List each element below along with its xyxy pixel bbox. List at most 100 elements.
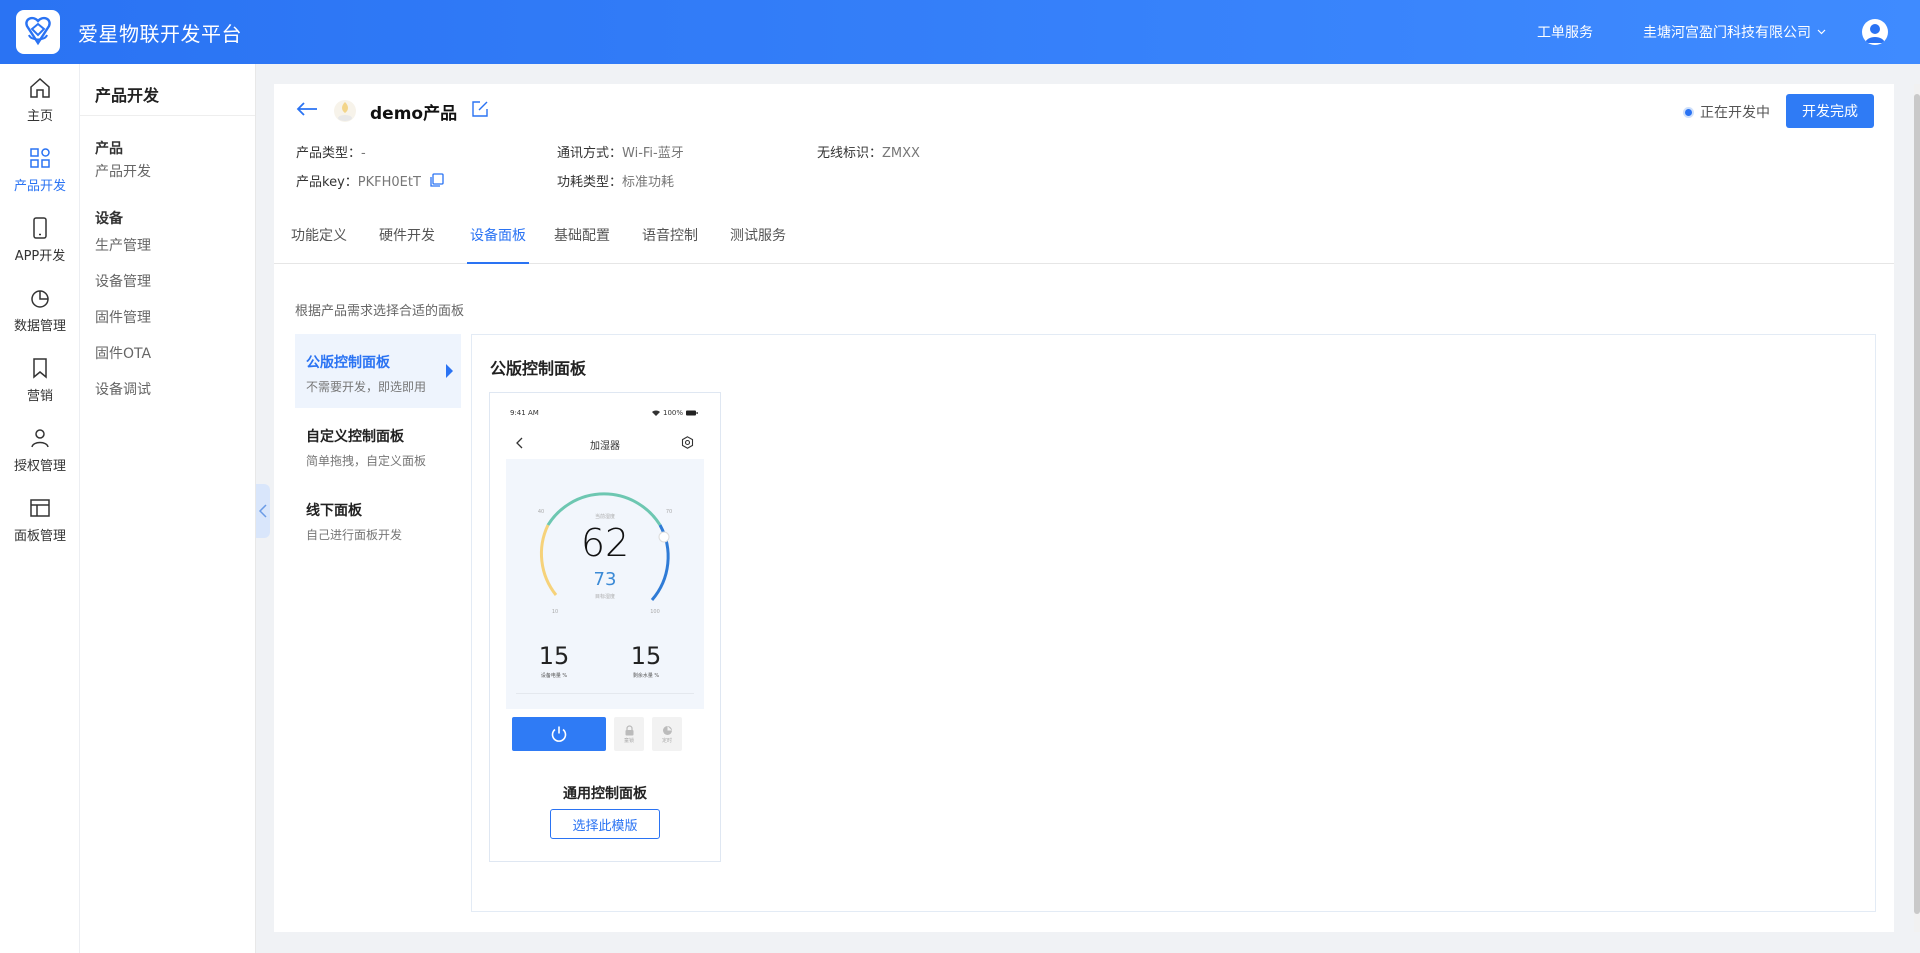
primary-nav: 主页 产品开发 APP开发 数据管理 营销 授权管理 面板管理 xyxy=(0,64,80,953)
status-dot xyxy=(1683,106,1694,118)
battery-icon xyxy=(686,410,698,416)
product-detail-card: demo产品 正在开发中 开发完成 产品类型：- 通讯方式：Wi-Fi-蓝牙 无… xyxy=(274,84,1894,932)
panel-icon xyxy=(28,495,52,521)
subnav-item-firmware[interactable]: 固件管理 xyxy=(80,300,255,336)
choose-template-button[interactable]: 选择此模版 xyxy=(550,809,660,839)
copy-icon[interactable] xyxy=(429,173,444,192)
nav-item-data[interactable]: 数据管理 xyxy=(0,274,80,344)
grid-icon xyxy=(28,145,52,171)
phone-status-bar: 9:41 AM 100% xyxy=(506,405,704,425)
current-humidity: 62 xyxy=(580,521,630,565)
collapse-sidebar-button[interactable] xyxy=(256,484,270,538)
mini-btn-label: 定时 xyxy=(661,737,672,744)
company-switcher[interactable]: 圭塘河宫盈门科技有限公司 xyxy=(1643,22,1826,42)
nav-label: 营销 xyxy=(26,388,53,404)
page-scrollbar[interactable] xyxy=(1914,84,1920,932)
lock-icon xyxy=(625,724,633,735)
subnav-title: 产品开发 xyxy=(80,64,255,116)
option-title: 自定义控制面板 xyxy=(306,429,404,445)
timer-button[interactable]: 定时 xyxy=(652,717,682,751)
subnav-item-production[interactable]: 生产管理 xyxy=(80,228,255,264)
user-avatar[interactable] xyxy=(1862,19,1888,45)
gear-icon xyxy=(681,436,694,449)
subnav-item-ota[interactable]: 固件OTA xyxy=(80,336,255,372)
tab-test-service[interactable]: 测试服务 xyxy=(730,224,786,264)
panel-template-area: 公版控制面板 9:41 AM 100% 加湿器 40 70 10 100 当前湿… xyxy=(471,334,1876,912)
timer-icon xyxy=(662,725,672,735)
child-lock-button[interactable]: 童锁 xyxy=(614,717,644,751)
power-button[interactable] xyxy=(512,717,606,751)
nav-label: 产品开发 xyxy=(13,178,66,194)
meta-value: PKFH0EtT xyxy=(357,175,421,190)
meta-comm-method: 通讯方式：Wi-Fi-蓝牙 xyxy=(557,142,684,161)
stat-label: 设备电量 % xyxy=(540,673,568,679)
phone-icon xyxy=(28,215,52,241)
tab-voice-control[interactable]: 语音控制 xyxy=(642,224,698,264)
tab-function-def[interactable]: 功能定义 xyxy=(291,224,347,264)
nav-item-panel[interactable]: 面板管理 xyxy=(0,484,80,554)
chevron-left-icon xyxy=(259,504,267,518)
meta-product-key: 产品key：PKFH0EtT xyxy=(296,171,444,192)
target-caption: 目标湿度 xyxy=(594,594,615,600)
avatar-icon xyxy=(1865,24,1885,43)
phone-preview: 9:41 AM 100% 加湿器 40 70 10 100 当前湿度 62 73… xyxy=(506,405,704,765)
phone-body: 40 70 10 100 当前湿度 62 73 目标湿度 15 设备电量 % 1… xyxy=(506,459,704,709)
secondary-nav: 产品开发 产品 产品开发 设备 生产管理 设备管理 固件管理 固件OTA 设备调… xyxy=(80,64,256,953)
stat-water: 15 剩余水量 % xyxy=(606,642,686,679)
company-name: 圭塘河宫盈门科技有限公司 xyxy=(1643,25,1811,41)
nav-item-product-dev[interactable]: 产品开发 xyxy=(0,134,80,204)
ticket-service-link[interactable]: 工单服务 xyxy=(1537,22,1593,42)
meta-label: 通讯方式： xyxy=(557,146,623,161)
tab-basic-config[interactable]: 基础配置 xyxy=(554,224,610,264)
nav-item-auth[interactable]: 授权管理 xyxy=(0,414,80,484)
scrollbar-thumb[interactable] xyxy=(1914,94,1920,914)
panel-option-public[interactable]: 公版控制面板 不需要开发，即选即用 xyxy=(295,334,461,408)
back-arrow-icon[interactable] xyxy=(296,101,318,121)
user-icon xyxy=(28,425,52,451)
divider xyxy=(516,693,694,694)
product-tabs: 功能定义 硬件开发 设备面板 基础配置 语音控制 测试服务 xyxy=(274,224,1894,264)
meta-label: 功耗类型： xyxy=(557,175,623,190)
product-name: demo产品 xyxy=(370,103,458,124)
product-image-icon xyxy=(332,98,358,124)
option-desc: 简单拖拽，自定义面板 xyxy=(306,454,427,468)
meta-power-type: 功耗类型：标准功耗 xyxy=(557,171,674,190)
nav-item-marketing[interactable]: 营销 xyxy=(0,344,80,414)
template-card: 9:41 AM 100% 加湿器 40 70 10 100 当前湿度 62 73… xyxy=(489,392,721,862)
tab-hardware-dev[interactable]: 硬件开发 xyxy=(379,224,435,264)
wifi-icon xyxy=(651,410,660,416)
nav-item-home[interactable]: 主页 xyxy=(0,64,80,134)
panel-type-list: 公版控制面板 不需要开发，即选即用 自定义控制面板 简单拖拽，自定义面板 线下面… xyxy=(295,334,461,556)
nav-label: 数据管理 xyxy=(13,318,66,334)
subnav-item-device-mgmt[interactable]: 设备管理 xyxy=(80,264,255,300)
chevron-down-icon xyxy=(1817,27,1826,38)
bookmark-icon xyxy=(28,355,52,381)
option-title: 公版控制面板 xyxy=(306,355,390,371)
power-icon xyxy=(551,726,567,742)
nav-item-app-dev[interactable]: APP开发 xyxy=(0,204,80,274)
panel-option-offline[interactable]: 线下面板 自己进行面板开发 xyxy=(295,482,461,556)
nav-label: 主页 xyxy=(26,108,53,124)
dev-status: 正在开发中 xyxy=(1683,102,1770,122)
stat-value: 15 xyxy=(538,642,570,670)
panel-hint: 根据产品需求选择合适的面板 xyxy=(295,304,465,319)
panel-section-title: 公版控制面板 xyxy=(490,359,587,378)
phone-time: 9:41 AM xyxy=(510,409,539,417)
meta-value: ZMXX xyxy=(882,146,920,161)
subnav-item-product-dev[interactable]: 产品开发 xyxy=(80,154,255,190)
subnav-item-debug[interactable]: 设备调试 xyxy=(80,372,255,408)
edit-icon[interactable] xyxy=(471,100,489,122)
tab-device-panel[interactable]: 设备面板 xyxy=(467,224,529,264)
phone-battery-text: 100% xyxy=(662,409,683,417)
dev-complete-button[interactable]: 开发完成 xyxy=(1786,94,1874,128)
panel-option-custom[interactable]: 自定义控制面板 简单拖拽，自定义面板 xyxy=(295,408,461,482)
stat-battery: 15 设备电量 % xyxy=(514,642,594,679)
brand-name: 爱星物联开发平台 xyxy=(78,21,242,46)
brand-logo[interactable] xyxy=(16,10,60,54)
nav-label: 面板管理 xyxy=(13,528,66,544)
logo-icon xyxy=(25,16,51,46)
caret-right-icon xyxy=(446,364,453,378)
option-title: 线下面板 xyxy=(306,503,362,519)
meta-label: 产品类型： xyxy=(296,146,362,161)
pie-chart-icon xyxy=(28,285,52,311)
